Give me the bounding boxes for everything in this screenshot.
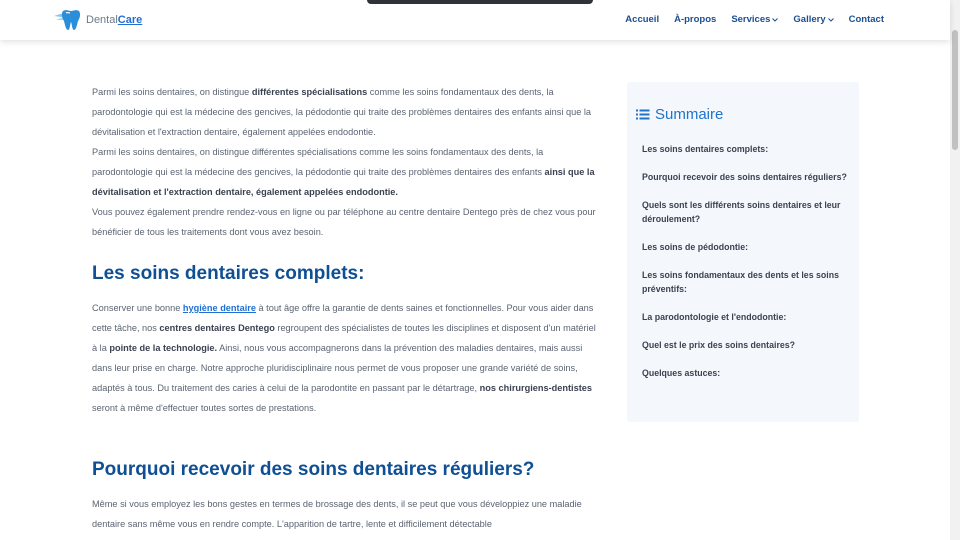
- nav-gallery[interactable]: Gallery: [793, 14, 834, 25]
- link-hygiene-dentaire[interactable]: hygiène dentaire: [183, 303, 256, 313]
- toc-item[interactable]: Quel est le prix des soins dentaires?: [642, 338, 856, 352]
- intro-paragraph-2: Parmi les soins dentaires, on distingue …: [92, 147, 595, 197]
- page-scrollbar[interactable]: [950, 0, 960, 540]
- toc-item[interactable]: Les soins de pédodontie:: [642, 240, 856, 254]
- summary-header: Summaire: [636, 106, 723, 123]
- top-overlay-bar: [367, 0, 593, 4]
- paragraph-soins-complets: Conserver une bonne hygiène dentaire à t…: [92, 303, 596, 413]
- article-intro: Parmi les soins dentaires, on distingue …: [92, 82, 598, 242]
- chevron-down-icon: [772, 17, 779, 22]
- toc-item[interactable]: La parodontologie et l'endodontie:: [642, 310, 856, 324]
- summary-title: Summaire: [655, 106, 724, 123]
- tooth-logo-icon: [54, 10, 81, 30]
- nav-accueil[interactable]: Accueil: [625, 14, 659, 25]
- nav-a-propos[interactable]: À-propos: [674, 14, 716, 25]
- heading-soins-reguliers: Pourquoi recevoir des soins dentaires ré…: [92, 459, 535, 480]
- paragraph-soins-reguliers: Même si vous employez les bons gestes en…: [92, 499, 582, 529]
- chevron-down-icon: [827, 17, 834, 22]
- site-logo[interactable]: DentalCare: [52, 8, 142, 32]
- toc-item[interactable]: Quelques astuces:: [642, 366, 856, 380]
- toc-item[interactable]: Les soins fondamentaux des dents et les …: [642, 268, 856, 296]
- toc-item[interactable]: Les soins dentaires complets:: [642, 142, 856, 156]
- list-icon: [636, 109, 650, 120]
- site-header: DentalCare Accueil À-propos Services Gal…: [0, 0, 950, 40]
- summary-sidebar: Summaire Les soins dentaires complets: P…: [627, 82, 859, 422]
- main-nav: Accueil À-propos Services Gallery Contac…: [625, 14, 884, 25]
- heading-soins-complets: Les soins dentaires complets:: [92, 263, 365, 284]
- toc-item[interactable]: Pourquoi recevoir des soins dentaires ré…: [642, 170, 856, 184]
- intro-paragraph-3: Vous pouvez également prendre rendez-vou…: [92, 207, 596, 237]
- scrollbar-thumb[interactable]: [952, 30, 958, 150]
- logo-text: DentalCare: [86, 14, 143, 26]
- summary-toc: Les soins dentaires complets: Pourquoi r…: [642, 142, 856, 394]
- nav-contact[interactable]: Contact: [849, 14, 884, 25]
- intro-paragraph-1: Parmi les soins dentaires, on distingue …: [92, 87, 592, 137]
- nav-services[interactable]: Services: [731, 14, 779, 25]
- toc-item[interactable]: Quels sont les différents soins dentaire…: [642, 198, 856, 226]
